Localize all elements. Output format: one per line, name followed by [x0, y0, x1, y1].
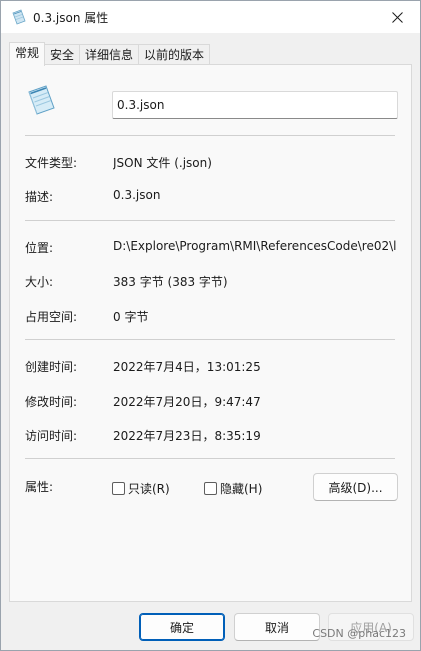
size-on-disk-label: 占用空间: — [25, 310, 78, 324]
created-label: 创建时间: — [25, 360, 78, 374]
readonly-checkbox[interactable]: 只读(R) — [112, 480, 170, 497]
location-value[interactable]: D:\Explore\Program\RMI\ReferencesCode\re… — [113, 239, 403, 253]
hidden-label: 隐藏(H) — [220, 482, 263, 496]
description-label: 描述: — [25, 190, 54, 204]
title-bar[interactable]: 0.3.json 属性 — [1, 1, 420, 33]
readonly-checkbox-box[interactable] — [112, 482, 125, 495]
created-value: 2022年7月4日，13:01:25 — [113, 360, 261, 374]
attributes-label: 属性: — [25, 480, 54, 494]
notepad-file-icon — [12, 9, 26, 25]
size-label: 大小: — [25, 275, 54, 289]
separator — [25, 220, 395, 221]
ok-button[interactable]: 确定 — [139, 613, 225, 641]
hidden-checkbox-box[interactable] — [204, 482, 217, 495]
separator — [25, 339, 395, 340]
cancel-button[interactable]: 取消 — [234, 613, 320, 641]
tab-details[interactable]: 详细信息 — [79, 44, 140, 65]
watermark: CSDN @phac123 — [312, 627, 406, 640]
close-icon — [391, 11, 403, 23]
tab-security[interactable]: 安全 — [44, 44, 81, 65]
separator — [25, 135, 395, 136]
size-value: 383 字节 (383 字节) — [113, 275, 228, 289]
general-tab-panel: 文件类型: JSON 文件 (.json) 描述: 0.3.json 位置: D… — [9, 64, 412, 602]
description-value: 0.3.json — [113, 188, 161, 202]
readonly-label: 只读(R) — [128, 482, 170, 496]
notepad-file-icon — [28, 85, 55, 115]
file-type-label: 文件类型: — [25, 156, 78, 170]
close-button[interactable] — [374, 1, 420, 33]
hidden-checkbox[interactable]: 隐藏(H) — [204, 480, 262, 497]
accessed-value: 2022年7月23日，8:35:19 — [113, 429, 261, 443]
file-type-value: JSON 文件 (.json) — [113, 156, 212, 170]
tab-previous-versions[interactable]: 以前的版本 — [138, 44, 211, 65]
window-title: 0.3.json 属性 — [33, 11, 109, 25]
location-label: 位置: — [25, 241, 54, 255]
file-name-input[interactable] — [112, 91, 398, 119]
modified-value: 2022年7月20日，9:47:47 — [113, 395, 261, 409]
tab-general[interactable]: 常规 — [9, 42, 46, 66]
accessed-label: 访问时间: — [25, 429, 78, 443]
properties-window: 0.3.json 属性 常规 安全 详细信息 以前的版本 文件类型: JSON … — [0, 0, 421, 651]
separator — [25, 458, 395, 459]
size-on-disk-value: 0 字节 — [113, 310, 149, 324]
tab-strip: 常规 安全 详细信息 以前的版本 — [9, 42, 211, 66]
advanced-button[interactable]: 高级(D)... — [313, 473, 398, 501]
modified-label: 修改时间: — [25, 395, 78, 409]
